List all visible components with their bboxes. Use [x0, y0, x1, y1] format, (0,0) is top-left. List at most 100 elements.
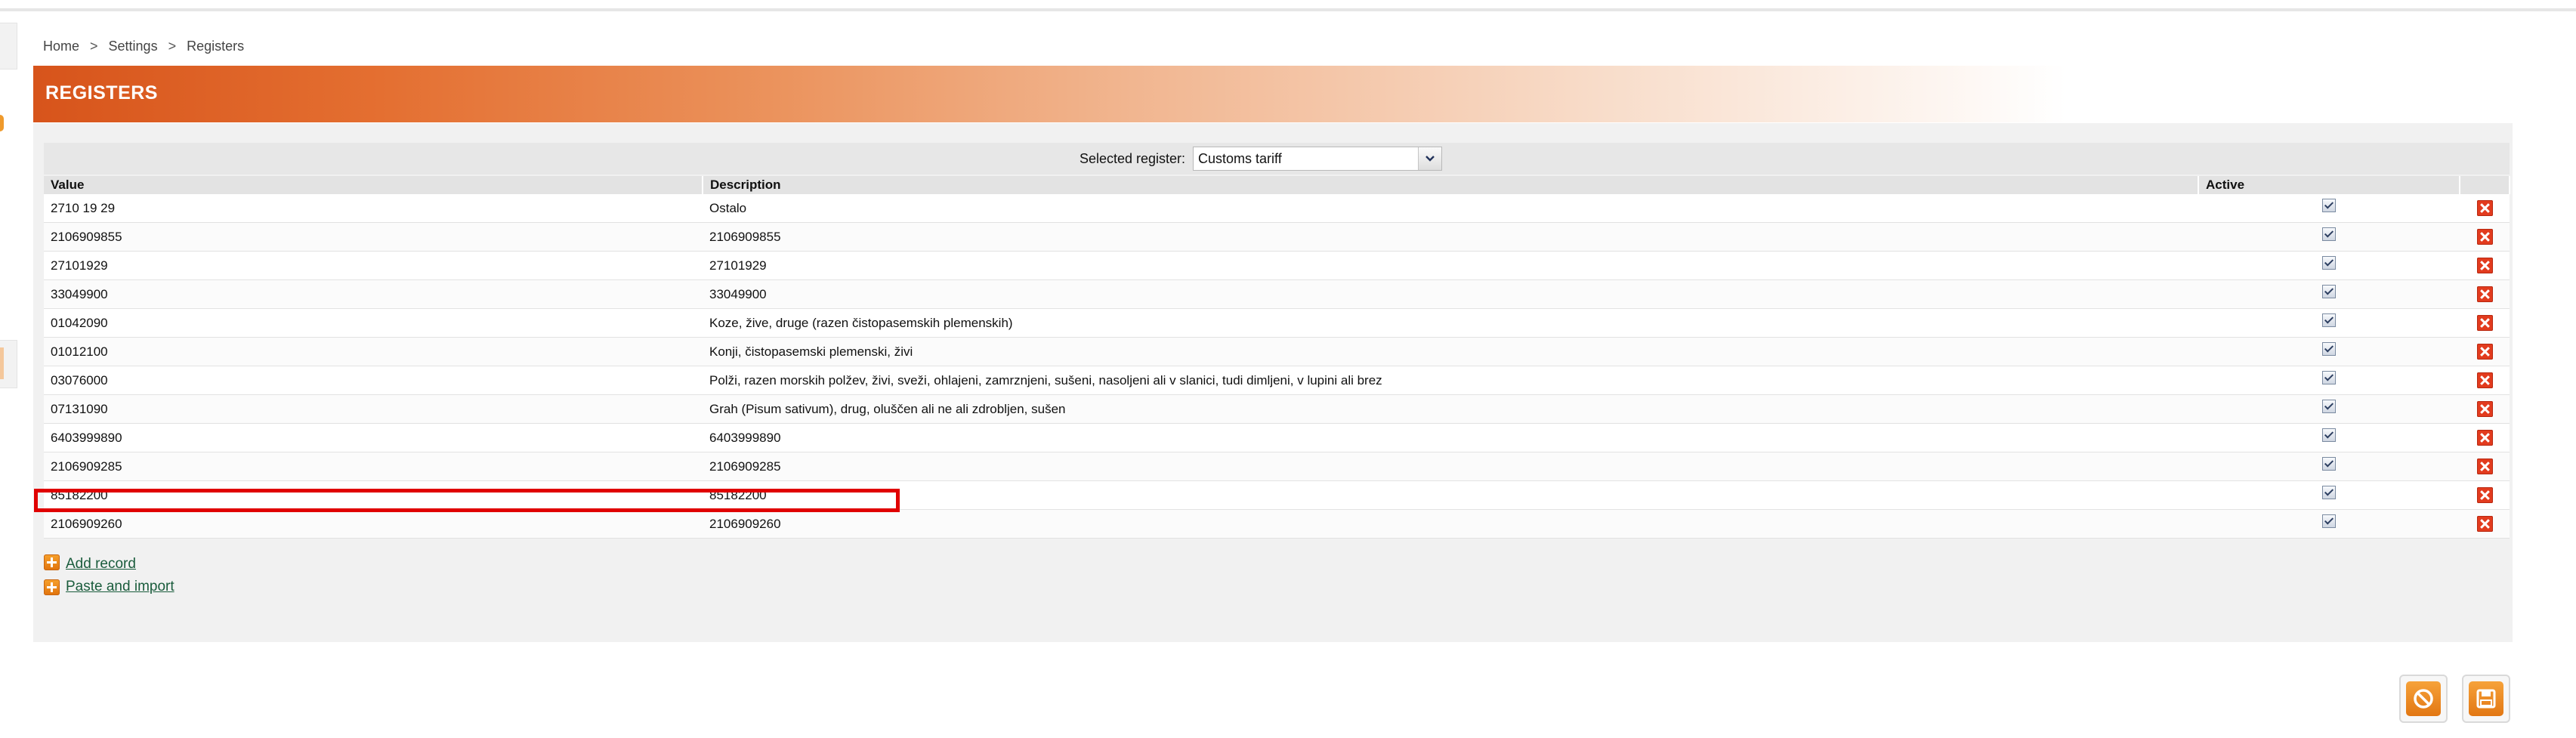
- cell-description[interactable]: 33049900: [703, 279, 2198, 309]
- delete-icon[interactable]: [2476, 516, 2493, 532]
- cell-active: [2198, 337, 2460, 366]
- cell-delete: [2460, 423, 2510, 452]
- active-checkbox[interactable]: [2322, 285, 2336, 299]
- active-checkbox[interactable]: [2322, 371, 2336, 385]
- cell-value[interactable]: 27101929: [44, 251, 703, 280]
- cell-value[interactable]: 33049900: [44, 279, 703, 309]
- plus-icon[interactable]: [44, 579, 60, 595]
- active-checkbox[interactable]: [2322, 486, 2336, 500]
- cell-description[interactable]: 27101929: [703, 251, 2198, 280]
- cell-active: [2198, 222, 2460, 252]
- table-row[interactable]: 2106909855 2106909855: [44, 222, 2510, 252]
- table-row[interactable]: 33049900 33049900: [44, 279, 2510, 309]
- cell-value[interactable]: 01042090: [44, 308, 703, 338]
- cell-description[interactable]: 2106909855: [703, 222, 2198, 252]
- left-sidebar-edge: [0, 23, 17, 69]
- add-record-action[interactable]: Add record: [44, 551, 136, 573]
- cell-value[interactable]: 2106909855: [44, 222, 703, 252]
- breadcrumb-separator: >: [168, 38, 177, 54]
- save-button[interactable]: [2462, 675, 2510, 723]
- selected-register-label: Selected register:: [1079, 150, 1186, 166]
- cell-active: [2198, 452, 2460, 481]
- cell-value[interactable]: 07131090: [44, 394, 703, 424]
- cell-description[interactable]: Ostalo: [703, 194, 2198, 223]
- cell-description[interactable]: 2106909260: [703, 509, 2198, 539]
- cell-active: [2198, 279, 2460, 309]
- active-checkbox[interactable]: [2322, 428, 2336, 443]
- cell-description[interactable]: Koze, žive, druge (razen čistopasemskih …: [703, 308, 2198, 338]
- cell-value[interactable]: 2710 19 29: [44, 194, 703, 223]
- cell-active: [2198, 308, 2460, 338]
- breadcrumb-home[interactable]: Home: [43, 39, 79, 54]
- save-icon: [2469, 681, 2503, 716]
- table-row[interactable]: 2106909285 2106909285: [44, 452, 2510, 481]
- chevron-down-icon[interactable]: [1418, 147, 1442, 170]
- table-row[interactable]: 2106909260 2106909260: [44, 509, 2510, 539]
- plus-icon[interactable]: [44, 554, 60, 570]
- delete-icon[interactable]: [2476, 487, 2493, 503]
- paste-import-action[interactable]: Paste and import: [44, 579, 175, 595]
- cell-description[interactable]: Grah (Pisum sativum), drug, oluščen ali …: [703, 394, 2198, 424]
- table-row[interactable]: 07131090 Grah (Pisum sativum), drug, oluš…: [44, 394, 2510, 424]
- cell-description[interactable]: 2106909285: [703, 452, 2198, 481]
- active-checkbox[interactable]: [2322, 313, 2336, 328]
- delete-icon[interactable]: [2476, 430, 2493, 446]
- active-checkbox[interactable]: [2322, 457, 2336, 471]
- top-border: [0, 0, 2576, 11]
- page-title-bar: REGISTERS: [33, 66, 2513, 122]
- delete-icon[interactable]: [2476, 372, 2493, 388]
- column-header-value[interactable]: Value: [44, 176, 703, 194]
- cell-active: [2198, 394, 2460, 424]
- delete-icon[interactable]: [2476, 200, 2493, 216]
- delete-icon[interactable]: [2476, 401, 2493, 417]
- active-checkbox[interactable]: [2322, 400, 2336, 414]
- column-header-active[interactable]: Active: [2198, 176, 2460, 194]
- breadcrumb-settings[interactable]: Settings: [109, 39, 158, 54]
- active-checkbox[interactable]: [2322, 199, 2336, 213]
- delete-icon[interactable]: [2476, 286, 2493, 302]
- breadcrumb-registers: Registers: [187, 38, 245, 54]
- active-checkbox[interactable]: [2322, 514, 2336, 529]
- column-header-description[interactable]: Description: [703, 176, 2199, 194]
- cell-delete: [2460, 279, 2510, 309]
- cell-description[interactable]: Polži, razen morskih polžev, živi, sveži…: [703, 366, 2198, 395]
- table-row[interactable]: 2710 19 29 Ostalo: [44, 194, 2510, 223]
- table-row[interactable]: 6403999890 6403999890: [44, 423, 2510, 452]
- register-select[interactable]: Customs tariff: [1193, 147, 1443, 171]
- column-header-actions: [2460, 176, 2510, 194]
- page-title: REGISTERS: [45, 82, 158, 103]
- delete-icon[interactable]: [2476, 344, 2493, 360]
- delete-icon[interactable]: [2476, 315, 2493, 331]
- breadcrumb-separator: >: [90, 38, 98, 54]
- cell-value[interactable]: 01012100: [44, 337, 703, 366]
- cell-description[interactable]: 6403999890: [703, 423, 2198, 452]
- delete-icon[interactable]: [2476, 459, 2493, 474]
- table-row[interactable]: 01042090 Koze, žive, druge (razen čistopa…: [44, 308, 2510, 338]
- cancel-button[interactable]: [2399, 675, 2448, 723]
- active-checkbox[interactable]: [2322, 342, 2336, 357]
- table-row[interactable]: 03076000 Polži, razen morskih polžev, živ…: [44, 366, 2510, 395]
- cell-value[interactable]: 2106909260: [44, 509, 703, 539]
- left-sidebar-accent: [0, 115, 4, 131]
- paste-import-link[interactable]: Paste and import: [66, 579, 175, 595]
- cell-active: [2198, 480, 2460, 510]
- active-checkbox[interactable]: [2322, 256, 2336, 270]
- cell-value[interactable]: 03076000: [44, 366, 703, 395]
- cancel-icon: [2406, 681, 2441, 716]
- add-record-link[interactable]: Add record: [66, 556, 136, 573]
- active-checkbox[interactable]: [2322, 227, 2336, 242]
- table-row[interactable]: 01012100 Konji, čistopasemski plemenski, …: [44, 337, 2510, 366]
- cell-active: [2198, 509, 2460, 539]
- delete-icon[interactable]: [2476, 229, 2493, 245]
- cell-description[interactable]: 85182200: [703, 480, 2198, 510]
- cell-value[interactable]: 2106909285: [44, 452, 703, 481]
- cell-delete: [2460, 308, 2510, 338]
- cell-delete: [2460, 222, 2510, 252]
- cell-description[interactable]: Konji, čistopasemski plemenski, živi: [703, 337, 2198, 366]
- cell-value[interactable]: 6403999890: [44, 423, 703, 452]
- table-row[interactable]: 27101929 27101929: [44, 251, 2510, 280]
- delete-icon[interactable]: [2476, 258, 2493, 273]
- cell-active: [2198, 423, 2460, 452]
- cell-active: [2198, 251, 2460, 280]
- cell-active: [2198, 194, 2460, 223]
